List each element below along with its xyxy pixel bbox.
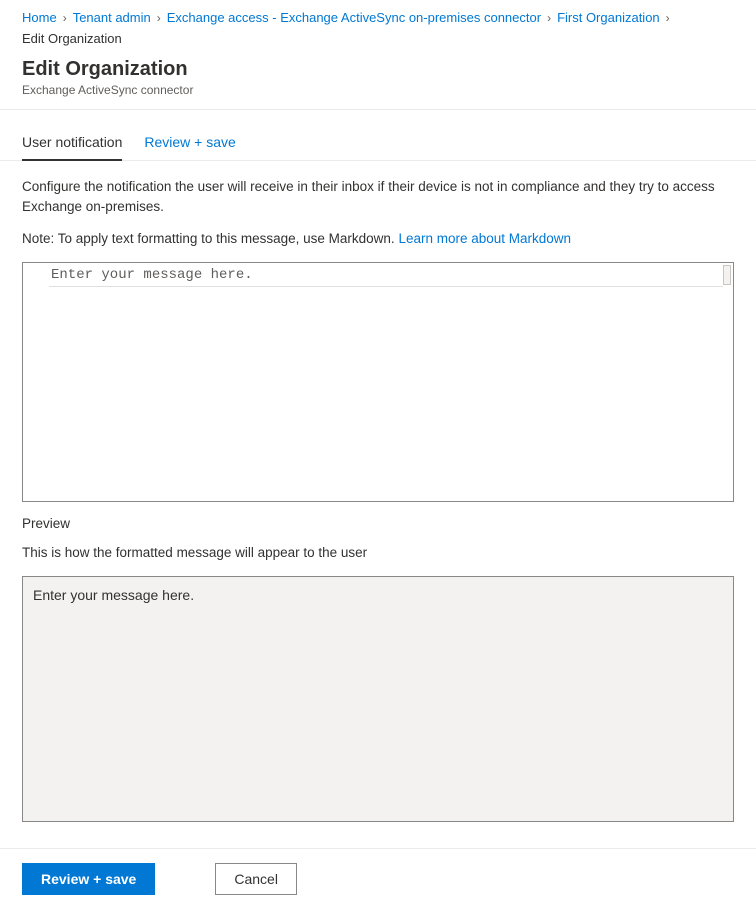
content-note: Note: To apply text formatting to this m…: [22, 231, 734, 246]
breadcrumb-first-organization[interactable]: First Organization: [557, 10, 660, 25]
breadcrumb: Home › Tenant admin › Exchange access - …: [0, 0, 756, 54]
tab-review-save[interactable]: Review + save: [144, 128, 235, 160]
page-header: Edit Organization Exchange ActiveSync co…: [0, 54, 756, 110]
chevron-right-icon: ›: [63, 11, 67, 25]
page-title: Edit Organization: [22, 58, 734, 81]
tab-user-notification[interactable]: User notification: [22, 128, 122, 160]
preview-description: This is how the formatted message will a…: [22, 545, 734, 560]
cancel-button[interactable]: Cancel: [215, 863, 297, 895]
chevron-right-icon: ›: [666, 11, 670, 25]
preview-box: Enter your message here.: [22, 576, 734, 822]
content-description: Configure the notification the user will…: [22, 177, 734, 217]
footer-bar: Review + save Cancel: [0, 848, 756, 911]
breadcrumb-current: Edit Organization: [22, 31, 122, 46]
breadcrumb-exchange-access[interactable]: Exchange access - Exchange ActiveSync on…: [167, 10, 541, 25]
preview-label: Preview: [22, 516, 734, 531]
breadcrumb-home[interactable]: Home: [22, 10, 57, 25]
review-save-button[interactable]: Review + save: [22, 863, 155, 895]
breadcrumb-tenant-admin[interactable]: Tenant admin: [73, 10, 151, 25]
chevron-right-icon: ›: [157, 11, 161, 25]
tab-bar: User notification Review + save: [0, 110, 756, 161]
page-subtitle: Exchange ActiveSync connector: [22, 83, 734, 97]
note-text: Note: To apply text formatting to this m…: [22, 231, 398, 246]
markdown-link[interactable]: Learn more about Markdown: [398, 231, 571, 246]
message-editor[interactable]: Enter your message here.: [22, 262, 734, 502]
chevron-right-icon: ›: [547, 11, 551, 25]
tab-content: Configure the notification the user will…: [0, 161, 756, 822]
preview-text: Enter your message here.: [33, 587, 194, 603]
editor-placeholder: Enter your message here.: [51, 267, 253, 283]
